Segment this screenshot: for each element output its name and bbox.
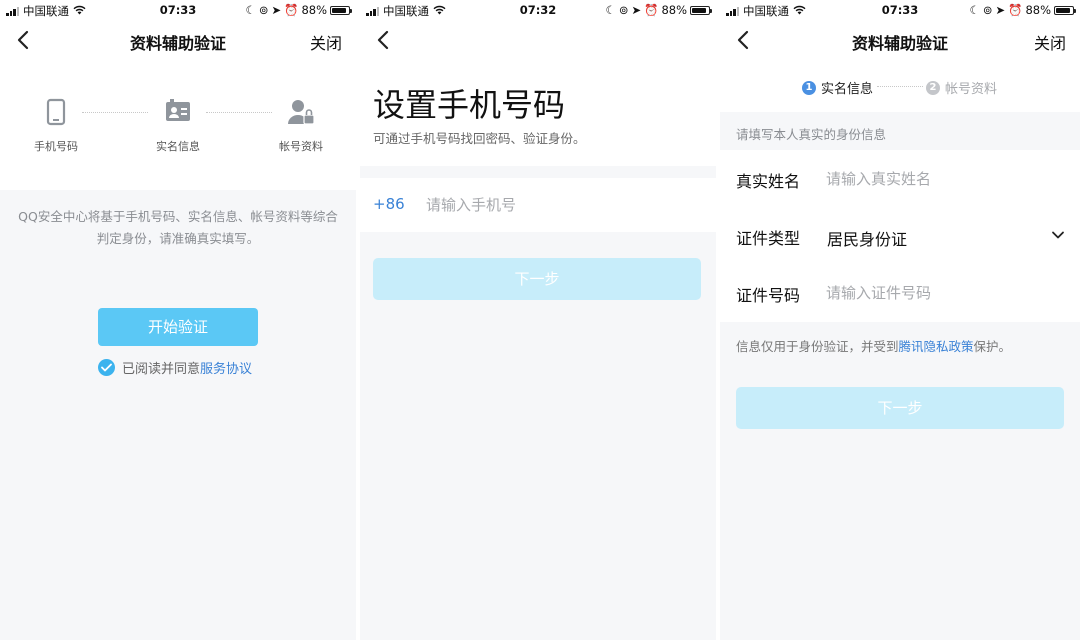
agree-checkbox[interactable] xyxy=(98,359,115,376)
next-step-button[interactable]: 下一步 xyxy=(373,258,701,300)
moon-icon: ☾ xyxy=(605,3,616,17)
status-bar: 中国联通 07:33 ☾ ⊚ ➤ ⏰ 88% xyxy=(720,0,1080,20)
battery-icon xyxy=(690,5,712,15)
checkmark-icon xyxy=(101,363,112,372)
page-title: 资料辅助验证 xyxy=(851,34,948,53)
step-label: 实名信息 xyxy=(821,82,874,97)
id-type-row[interactable]: 证件类型 居民身份证 xyxy=(720,207,1080,264)
id-type-select[interactable]: 居民身份证 xyxy=(827,226,907,250)
battery-icon xyxy=(330,5,352,15)
name-row: 真实姓名 xyxy=(720,150,1080,207)
step-connector xyxy=(877,86,923,87)
step-realname-active: 1 实名信息 xyxy=(802,78,873,97)
panel-realname: 中国联通 07:33 ☾ ⊚ ➤ ⏰ 88% 资料辅助验证 关闭 1 实名信息 … xyxy=(720,0,1080,640)
battery-percent: 88% xyxy=(1025,3,1051,17)
start-verification-button[interactable]: 开始验证 xyxy=(98,308,258,346)
user-lock-icon xyxy=(261,98,341,126)
phone-header: 设置手机号码 可通过手机号码找回密码、验证身份。 xyxy=(360,60,716,166)
nav-bar: 资料辅助验证 关闭 xyxy=(720,20,1080,60)
privacy-policy-link[interactable]: 腾讯隐私政策 xyxy=(899,339,974,354)
status-bar: 中国联通 07:33 ☾ ⊚ ➤ ⏰ 88% xyxy=(0,0,356,20)
intro-description: QQ安全中心将基于手机号码、实名信息、帐号资料等综合判定身份，请准确真实填写。 xyxy=(18,209,338,246)
nav-bar: 资料辅助验证 关闭 xyxy=(0,20,356,60)
progress-steps: 1 实名信息 2 帐号资料 xyxy=(720,60,1080,112)
location-icon: ➤ xyxy=(995,3,1006,17)
step-label: 帐号资料 xyxy=(945,82,998,97)
location-icon: ➤ xyxy=(631,3,642,17)
form-hint: 请填写本人真实的身份信息 xyxy=(736,127,887,142)
close-button[interactable]: 关闭 xyxy=(1034,30,1066,54)
chevron-down-icon[interactable] xyxy=(1050,227,1066,243)
alarm-icon: ⏰ xyxy=(644,3,659,17)
next-step-button[interactable]: 下一步 xyxy=(736,387,1064,429)
back-button[interactable] xyxy=(372,28,396,52)
verification-steps: 手机号码 实名信息 帐号资料 xyxy=(0,60,356,190)
lock-rotation-icon: ⊚ xyxy=(258,3,269,17)
privacy-note-prefix: 信息仅用于身份验证，并受到 xyxy=(736,339,899,354)
country-code-selector[interactable]: +86 xyxy=(373,195,405,213)
page-heading: 设置手机号码 xyxy=(373,86,566,124)
location-icon: ➤ xyxy=(271,3,282,17)
step-label: 实名信息 xyxy=(156,140,200,153)
step-phone: 手机号码 xyxy=(16,98,96,154)
real-name-input[interactable] xyxy=(826,162,1056,196)
panel-intro: 中国联通 07:33 ☾ ⊚ ➤ ⏰ 88% 资料辅助验证 关闭 手机号码 实名… xyxy=(0,0,356,640)
alarm-icon: ⏰ xyxy=(1008,3,1023,17)
id-number-input[interactable] xyxy=(826,276,1056,310)
battery-icon xyxy=(1054,5,1076,15)
moon-icon: ☾ xyxy=(245,3,256,17)
phone-number-input[interactable] xyxy=(426,188,696,222)
agreement-row: 已阅读并同意服务协议 xyxy=(98,358,252,377)
close-button[interactable]: 关闭 xyxy=(310,30,342,54)
identity-form: 真实姓名 证件类型 居民身份证 证件号码 xyxy=(720,150,1080,322)
privacy-note: 信息仅用于身份验证，并受到腾讯隐私政策保护。 xyxy=(736,336,1011,355)
step-number: 1 xyxy=(802,80,816,95)
moon-icon: ☾ xyxy=(969,3,980,17)
battery-percent: 88% xyxy=(301,3,327,17)
id-type-label: 证件类型 xyxy=(736,229,801,248)
lock-rotation-icon: ⊚ xyxy=(982,3,993,17)
id-number-row: 证件号码 xyxy=(720,264,1080,321)
step-account-inactive: 2 帐号资料 xyxy=(926,78,997,97)
name-label: 真实姓名 xyxy=(736,172,801,191)
step-account: 帐号资料 xyxy=(261,98,341,154)
page-title: 资料辅助验证 xyxy=(129,34,226,53)
nav-bar xyxy=(360,20,716,60)
phone-field-row: +86 xyxy=(360,178,716,232)
lock-rotation-icon: ⊚ xyxy=(618,3,629,17)
chevron-left-icon xyxy=(377,30,389,50)
alarm-icon: ⏰ xyxy=(284,3,299,17)
agree-text: 已阅读并同意 xyxy=(122,362,201,377)
page-subtitle: 可通过手机号码找回密码、验证身份。 xyxy=(373,131,586,146)
step-realname: 实名信息 xyxy=(138,98,218,154)
step-label: 手机号码 xyxy=(34,140,78,153)
battery-percent: 88% xyxy=(661,3,687,17)
step-label: 帐号资料 xyxy=(279,140,323,153)
panel-phone: 中国联通 07:32 ☾ ⊚ ➤ ⏰ 88% 设置手机号码 可通过手机号码找回密… xyxy=(360,0,716,640)
status-bar: 中国联通 07:32 ☾ ⊚ ➤ ⏰ 88% xyxy=(360,0,716,20)
id-number-label: 证件号码 xyxy=(736,286,801,305)
step-number: 2 xyxy=(926,80,940,95)
service-agreement-link[interactable]: 服务协议 xyxy=(200,362,252,377)
privacy-note-suffix: 保护。 xyxy=(973,339,1012,354)
